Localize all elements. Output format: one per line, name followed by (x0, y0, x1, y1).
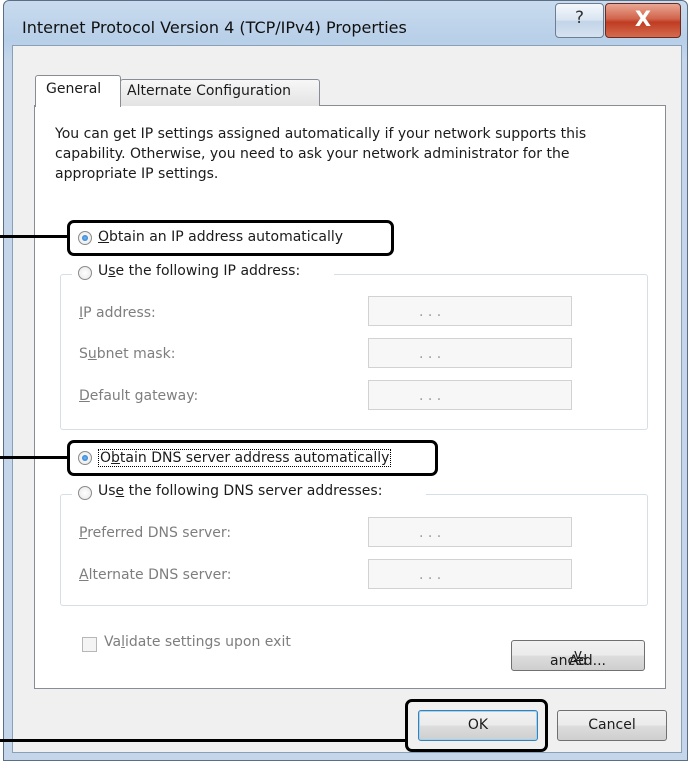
subnet-mask-input[interactable]: . . . (368, 338, 572, 368)
radio-label-obtain-dns-auto[interactable]: Obtain DNS server address automatically (98, 449, 392, 467)
ip-address-input[interactable]: . . . (368, 296, 572, 326)
tab-general[interactable]: General (35, 75, 121, 107)
subnet-mask-label: Subnet mask: (79, 346, 176, 362)
tab-label: Alternate Configuration (127, 83, 292, 99)
close-icon: X (634, 7, 652, 31)
preferred-dns-label: Preferred DNS server: (79, 525, 232, 541)
radio-label-obtain-ip-auto[interactable]: Obtain an IP address automatically (98, 229, 343, 245)
radio-label-use-ip[interactable]: Use the following IP address: (98, 263, 300, 279)
cancel-button[interactable]: Cancel (557, 710, 667, 741)
radio-use-ip[interactable] (78, 266, 92, 280)
help-icon: ? (574, 8, 585, 28)
close-button[interactable]: X (605, 3, 681, 38)
default-gateway-label: Default gateway: (79, 388, 199, 404)
validate-checkbox[interactable] (82, 637, 97, 652)
radio-use-dns[interactable] (78, 486, 92, 500)
radio-obtain-ip-auto[interactable] (78, 231, 92, 245)
advanced-button[interactable]: Ad v anced... (511, 640, 645, 671)
dns-server-group (60, 494, 648, 606)
preferred-dns-input[interactable]: . . . (368, 517, 572, 547)
callout-line (0, 739, 406, 742)
ip-address-label: IP address: (79, 305, 156, 321)
tab-alternate-configuration[interactable]: Alternate Configuration (120, 79, 320, 106)
default-gateway-input[interactable]: . . . (368, 380, 572, 410)
alternate-dns-label: Alternate DNS server: (79, 567, 232, 583)
callout-line (0, 235, 68, 238)
ok-button[interactable]: OK (418, 710, 538, 741)
alternate-dns-input[interactable]: . . . (368, 559, 572, 589)
window-title: Internet Protocol Version 4 (TCP/IPv4) P… (22, 18, 407, 37)
help-button[interactable]: ? (555, 3, 604, 38)
callout-line (0, 456, 68, 459)
radio-label-use-dns[interactable]: Use the following DNS server addresses: (98, 483, 382, 499)
intro-text: You can get IP settings assigned automat… (55, 126, 587, 182)
tab-label: General (46, 81, 102, 97)
validate-label[interactable]: Validate settings upon exit (104, 634, 291, 650)
radio-obtain-dns-auto[interactable] (78, 451, 92, 465)
